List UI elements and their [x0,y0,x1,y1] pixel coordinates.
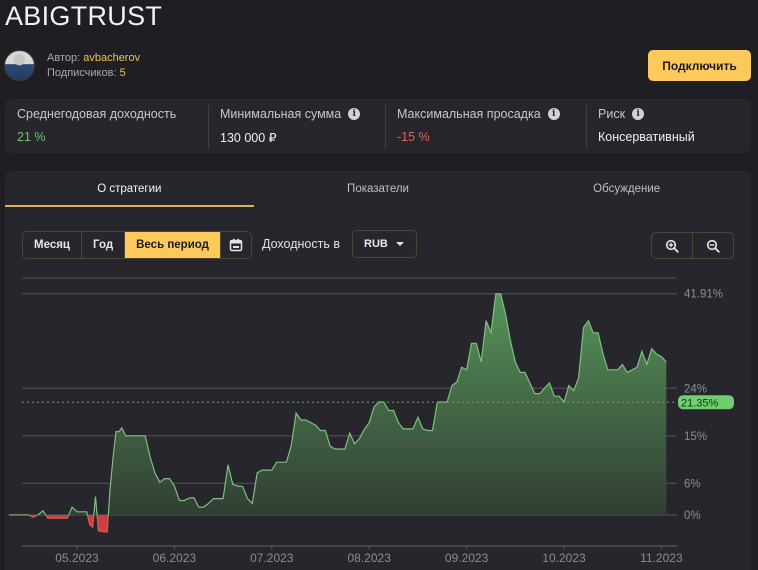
stat-max-drawdown: Максимальная просадка i -15 % [385,99,586,153]
tab-bar: О стратегии Показатели Обсуждение [5,171,751,207]
author-name-link[interactable]: avbacherov [83,52,140,64]
stat-label: Максимальная просадка [397,107,541,121]
strategy-title: ABIGTRUST [5,1,163,31]
calendar-button[interactable] [221,232,251,258]
connect-button[interactable]: Подключить [648,50,751,81]
info-icon[interactable]: i [547,108,560,120]
currency-label: Доходность в [262,237,340,251]
currency-value: RUB [364,238,388,250]
period-month-button[interactable]: Месяц [23,232,82,258]
period-year-button[interactable]: Год [82,232,126,258]
tab-metrics[interactable]: Показатели [254,171,503,207]
period-all-button[interactable]: Весь период [125,232,221,258]
author-label: Автор: [47,51,81,64]
info-icon[interactable]: i [348,108,361,120]
currency-select[interactable]: RUB [352,230,417,258]
chart-zoom-controls [651,232,734,259]
calendar-icon [229,238,243,252]
author-block: Автор: avbacherov Подписчиков: 5 [4,50,140,81]
zoom-in-button[interactable] [652,233,692,258]
subscribers-count: 5 [119,66,126,79]
stat-value: Консервативный [598,130,695,144]
stat-value: -15 % [397,130,430,144]
stat-label: Минимальная сумма [220,107,342,121]
stat-value: 21 % [17,130,46,144]
stat-risk: Риск i Консервативный [586,99,746,153]
subscribers-label: Подписчиков: [47,66,117,79]
stat-value: 130 000 ₽ [220,131,277,145]
zoom-out-button[interactable] [692,233,733,258]
stat-min-amount: Минимальная сумма i 130 000 ₽ [208,99,385,153]
author-avatar[interactable] [4,50,35,81]
chevron-down-icon [395,242,404,246]
stats-bar: Среднегодовая доходность 21 % Минимальна… [5,99,751,153]
author-line: Автор: avbacherov [47,51,140,66]
period-selector: Месяц Год Весь период [22,231,252,259]
info-icon[interactable]: i [632,108,645,120]
stat-annual-return: Среднегодовая доходность 21 % [5,99,208,153]
stat-label: Риск [598,107,626,121]
strategy-panel: О стратегии Показатели Обсуждение Месяц … [5,171,751,570]
tab-discussion[interactable]: Обсуждение [502,171,751,207]
stat-label: Среднегодовая доходность [17,107,177,121]
zoom-out-icon [706,239,720,253]
zoom-in-icon [665,239,679,253]
tab-about[interactable]: О стратегии [5,171,254,207]
subscribers-line: Подписчиков: 5 [47,66,140,81]
